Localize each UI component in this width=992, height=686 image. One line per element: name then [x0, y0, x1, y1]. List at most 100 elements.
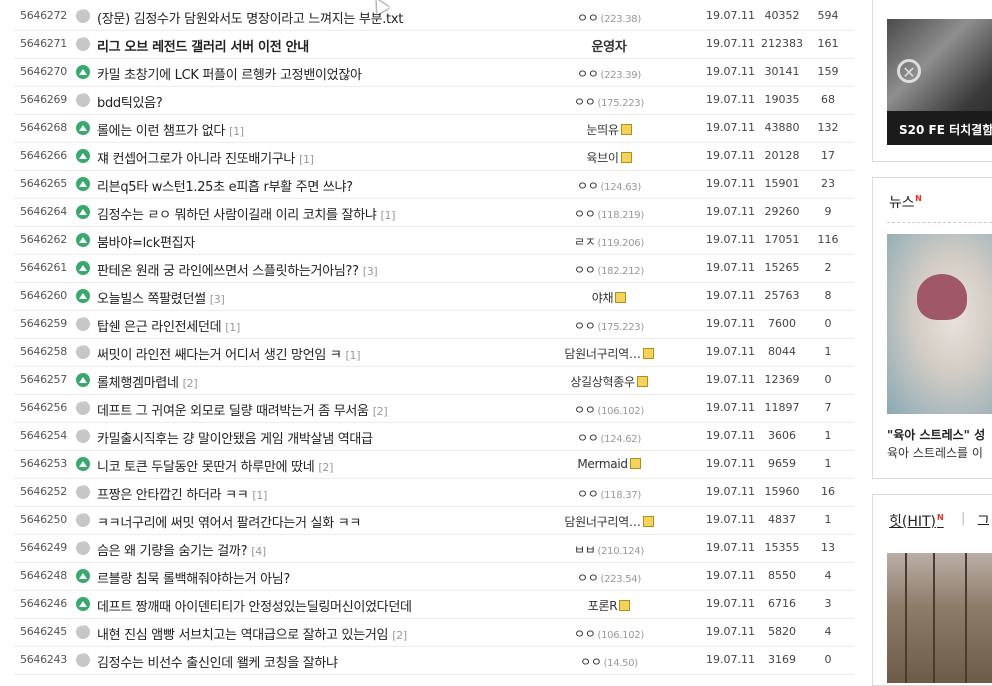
table-row[interactable]: 5646243 김정수는 비선수 출신인데 왤케 코칭을 잘하냐 ㅇㅇ(14.50)… [14, 646, 854, 675]
promo-thumbnail[interactable]: ✕ S20 FE 터치결함 [887, 19, 992, 145]
news-thumbnail[interactable] [887, 234, 992, 414]
post-writer[interactable]: ㅇㅇ (118.219) [524, 205, 694, 222]
post-title[interactable]: 김정수는 비선수 출신인데 왤케 코칭을 잘하냐 [97, 652, 537, 671]
post-title[interactable]: ㅋㅋ너구리에 써밋 엮어서 팔려간다는거 실화 ㅋㅋ [97, 512, 537, 531]
table-row[interactable]: 5646253 니코 토큰 두달동안 못딴거 하루만에 땄네 [2] Mermaid 1… [14, 450, 854, 479]
post-writer[interactable]: ㅇㅇ (182.212) [524, 261, 694, 278]
post-writer[interactable]: 눈띄유 [524, 121, 694, 138]
writer-name[interactable]: ㅇㅇ [577, 431, 599, 445]
table-row[interactable]: 5646265 리븐q5타 w스턴1.25초 e피흡 r부활 주면 쓰냐? ㅇㅇ (1… [14, 170, 854, 199]
post-title-text[interactable]: bdd틱있음? [97, 96, 163, 111]
post-title-text[interactable]: 김정수는 비선수 출신인데 왤케 코칭을 잘하냐 [97, 656, 338, 671]
close-icon[interactable]: ✕ [897, 59, 921, 83]
table-row[interactable]: 5646250 ㅋㅋ너구리에 써밋 엮어서 팔려간다는거 실화 ㅋㅋ 담원너구리역…… [14, 506, 854, 535]
table-row[interactable]: 5646262 붐바야=lck편집자 ㄹㅈ (119.206) 19.07.11 1705… [14, 226, 854, 255]
news-headline[interactable]: "육아 스트레스" 성 [887, 426, 985, 443]
post-writer[interactable]: ㅇㅇ (106.102) [524, 401, 694, 418]
table-row[interactable]: 5646246 데프트 짱깨때 아이덴티티가 안정성있는딜링머신이었다던데 포론R 1… [14, 590, 854, 619]
post-title-text[interactable]: 판테온 원래 궁 라인에쓰면서 스플릿하는거아님?? [97, 264, 359, 279]
post-writer[interactable]: 육브이 [524, 149, 694, 166]
post-title[interactable]: (장문) 김정수가 담원와서도 명장이라고 느껴지는 부분.txt [97, 8, 537, 27]
post-title-text[interactable]: 써밋이 라인전 쌔다는거 어디서 생긴 망언임 ㅋ [97, 348, 342, 363]
table-row[interactable]: 5646269 bdd틱있음? ㅇㅇ(175.223) 19.07.11 19035 68 [14, 86, 854, 115]
writer-name[interactable]: 포론R [588, 599, 618, 613]
post-title[interactable]: 프짱은 안타깝긴 하더라 ㅋㅋ [1] [97, 484, 537, 503]
reply-count[interactable]: [1] [252, 489, 267, 502]
writer-name[interactable]: ㅇㅇ [574, 403, 596, 417]
post-title[interactable]: 슴은 왜 기량을 숨기는 걸까? [4] [97, 540, 537, 559]
table-row[interactable]: 5646264 김정수는 ㄹㅇ 뭐하던 사람이길래 이리 코치를 잘하냐 [1] ㅇㅇ… [14, 198, 854, 227]
post-title-text[interactable]: 데프트 그 귀여운 외모로 딜량 때려박는거 좀 무서움 [97, 404, 369, 419]
post-title-text[interactable]: 쟤 컨셉어그로가 아니라 진또배기구나 [97, 152, 295, 167]
post-title[interactable]: bdd틱있음? [97, 92, 537, 111]
post-title[interactable]: 판테온 원래 궁 라인에쓰면서 스플릿하는거아님?? [3] [97, 260, 537, 279]
reply-count[interactable]: [1] [225, 321, 240, 334]
table-row[interactable]: 5646248 르블랑 침묵 롤백해줘야하는거 아님? ㅇㅇ (223.54) 19.0… [14, 562, 854, 591]
table-row[interactable]: 5646261 판테온 원래 궁 라인에쓰면서 스플릿하는거아님?? [3] ㅇㅇ (1… [14, 254, 854, 283]
tab-other[interactable]: 그 [977, 511, 990, 531]
post-title[interactable]: 데프트 짱깨때 아이덴티티가 안정성있는딜링머신이었다던데 [97, 596, 537, 615]
writer-name[interactable]: ㅇㅇ [574, 95, 596, 109]
post-writer[interactable]: 야채 [524, 289, 694, 306]
writer-name[interactable]: ㅇㅇ [574, 263, 596, 277]
reply-count[interactable]: [2] [318, 461, 333, 474]
post-title-text[interactable]: 리븐q5타 w스턴1.25초 e피흡 r부활 주면 쓰냐? [97, 180, 353, 195]
reply-count[interactable]: [1] [381, 209, 396, 222]
post-title-text[interactable]: 리그 오브 레전드 갤러리 서버 이전 안내 [97, 40, 309, 55]
writer-name[interactable]: 육브이 [586, 151, 619, 165]
post-title[interactable]: 르블랑 침묵 롤백해줘야하는거 아님? [97, 568, 537, 587]
post-writer[interactable]: 운영자 [524, 36, 694, 55]
reply-count[interactable]: [2] [373, 405, 388, 418]
writer-name[interactable]: 눈띄유 [586, 123, 619, 137]
post-title[interactable]: 내현 진심 앰빵 서브치고는 역대급으로 잘하고 있는거임 [2] [97, 624, 537, 643]
post-title-text[interactable]: 슴은 왜 기량을 숨기는 걸까? [97, 544, 248, 559]
table-row[interactable]: 5646257 롤체행겜마렵네 [2] 상길상혁종우 19.07.11 12369 0 [14, 366, 854, 395]
reply-count[interactable]: [3] [363, 265, 378, 278]
writer-name[interactable]: ㅇㅇ [577, 179, 599, 193]
writer-name[interactable]: ㄹㅈ [574, 235, 596, 249]
post-title[interactable]: 리그 오브 레전드 갤러리 서버 이전 안내 [97, 36, 537, 55]
post-title[interactable]: 데프트 그 귀여운 외모로 딜량 때려박는거 좀 무서움 [2] [97, 400, 537, 419]
table-row[interactable]: 5646256 데프트 그 귀여운 외모로 딜량 때려박는거 좀 무서움 [2] ㅇㅇ… [14, 394, 854, 423]
news-title[interactable]: 뉴스N [889, 192, 922, 212]
post-writer[interactable]: 포론R [524, 597, 694, 614]
post-title-text[interactable]: 니코 토큰 두달동안 못딴거 하루만에 땄네 [97, 460, 315, 475]
table-row[interactable]: 5646249슴은 왜 기량을 숨기는 걸까?[4]ㅂㅂ(210.124)19.… [14, 534, 854, 563]
writer-name[interactable]: 상길상혁종우 [570, 375, 635, 389]
writer-name[interactable]: ㅇㅇ [574, 627, 596, 641]
reply-count[interactable]: [1] [229, 125, 244, 138]
post-title[interactable]: 카밀 초창기에 LCK 퍼플이 르헹카 고정밴이었잖아 [97, 64, 537, 83]
post-title-text[interactable]: 붐바야=lck편집자 [97, 236, 195, 251]
post-title[interactable]: 오늘빌스 쪽팔렸던썰 [3] [97, 288, 537, 307]
post-title-text[interactable]: 카밀 초창기에 LCK 퍼플이 르헹카 고정밴이었잖아 [97, 68, 362, 83]
writer-name[interactable]: 담원너구리역… [564, 347, 640, 361]
writer-name[interactable]: ㅇㅇ [577, 67, 599, 81]
post-title[interactable]: 붐바야=lck편집자 [97, 232, 537, 251]
post-title-text[interactable]: (장문) 김정수가 담원와서도 명장이라고 느껴지는 부분.txt [97, 12, 403, 27]
post-writer[interactable]: ㅇㅇ (175.223) [524, 317, 694, 334]
post-writer[interactable]: ㅇㅇ (106.102) [524, 625, 694, 642]
tab-hit[interactable]: 힛(HIT)N [889, 511, 944, 531]
table-row[interactable]: 5646268 롤에는 이런 챔프가 없다 [1] 눈띄유 19.07.11 43880 1… [14, 114, 854, 143]
post-writer[interactable]: 상길상혁종우 [524, 373, 694, 390]
post-writer[interactable]: ㅇㅇ (175.223) [524, 93, 694, 110]
post-title-text[interactable]: 롤체행겜마렵네 [97, 376, 179, 391]
table-row[interactable]: 5646270 카밀 초창기에 LCK 퍼플이 르헹카 고정밴이었잖아 ㅇㅇ (223… [14, 58, 854, 87]
post-writer[interactable]: ㅇㅇ (124.62) [524, 429, 694, 446]
table-row[interactable]: 5646258 써밋이 라인전 쌔다는거 어디서 생긴 망언임 ㅋ [1] 담원너구리… [14, 338, 854, 367]
writer-name[interactable]: 담원너구리역… [564, 515, 640, 529]
writer-name[interactable]: ㅇㅇ [577, 11, 599, 25]
post-title[interactable]: 니코 토큰 두달동안 못딴거 하루만에 땄네 [2] [97, 456, 537, 475]
post-title-text[interactable]: 롤에는 이런 챔프가 없다 [97, 124, 225, 139]
table-row[interactable]: 5646260 오늘빌스 쪽팔렸던썰 [3] 야채 19.07.11 25763 8 [14, 282, 854, 311]
post-writer[interactable]: ㅂㅂ (210.124) [524, 541, 694, 558]
post-title[interactable]: 김정수는 ㄹㅇ 뭐하던 사람이길래 이리 코치를 잘하냐 [1] [97, 204, 537, 223]
writer-name[interactable]: 운영자 [592, 40, 627, 55]
news-summary[interactable]: 육아 스트레스를 이 [887, 444, 983, 461]
post-writer[interactable]: ㅇㅇ (223.54) [524, 569, 694, 586]
table-row[interactable]: 5646245 내현 진심 앰빵 서브치고는 역대급으로 잘하고 있는거임 [2] ㅇ… [14, 618, 854, 647]
post-writer[interactable]: ㅇㅇ (118.37) [524, 485, 694, 502]
hit-thumbnail[interactable] [887, 553, 992, 683]
reply-count[interactable]: [2] [392, 629, 407, 642]
post-title-text[interactable]: 카밀출시직후는 걍 말이안됐음 게임 개박살냄 역대급 [97, 432, 373, 447]
